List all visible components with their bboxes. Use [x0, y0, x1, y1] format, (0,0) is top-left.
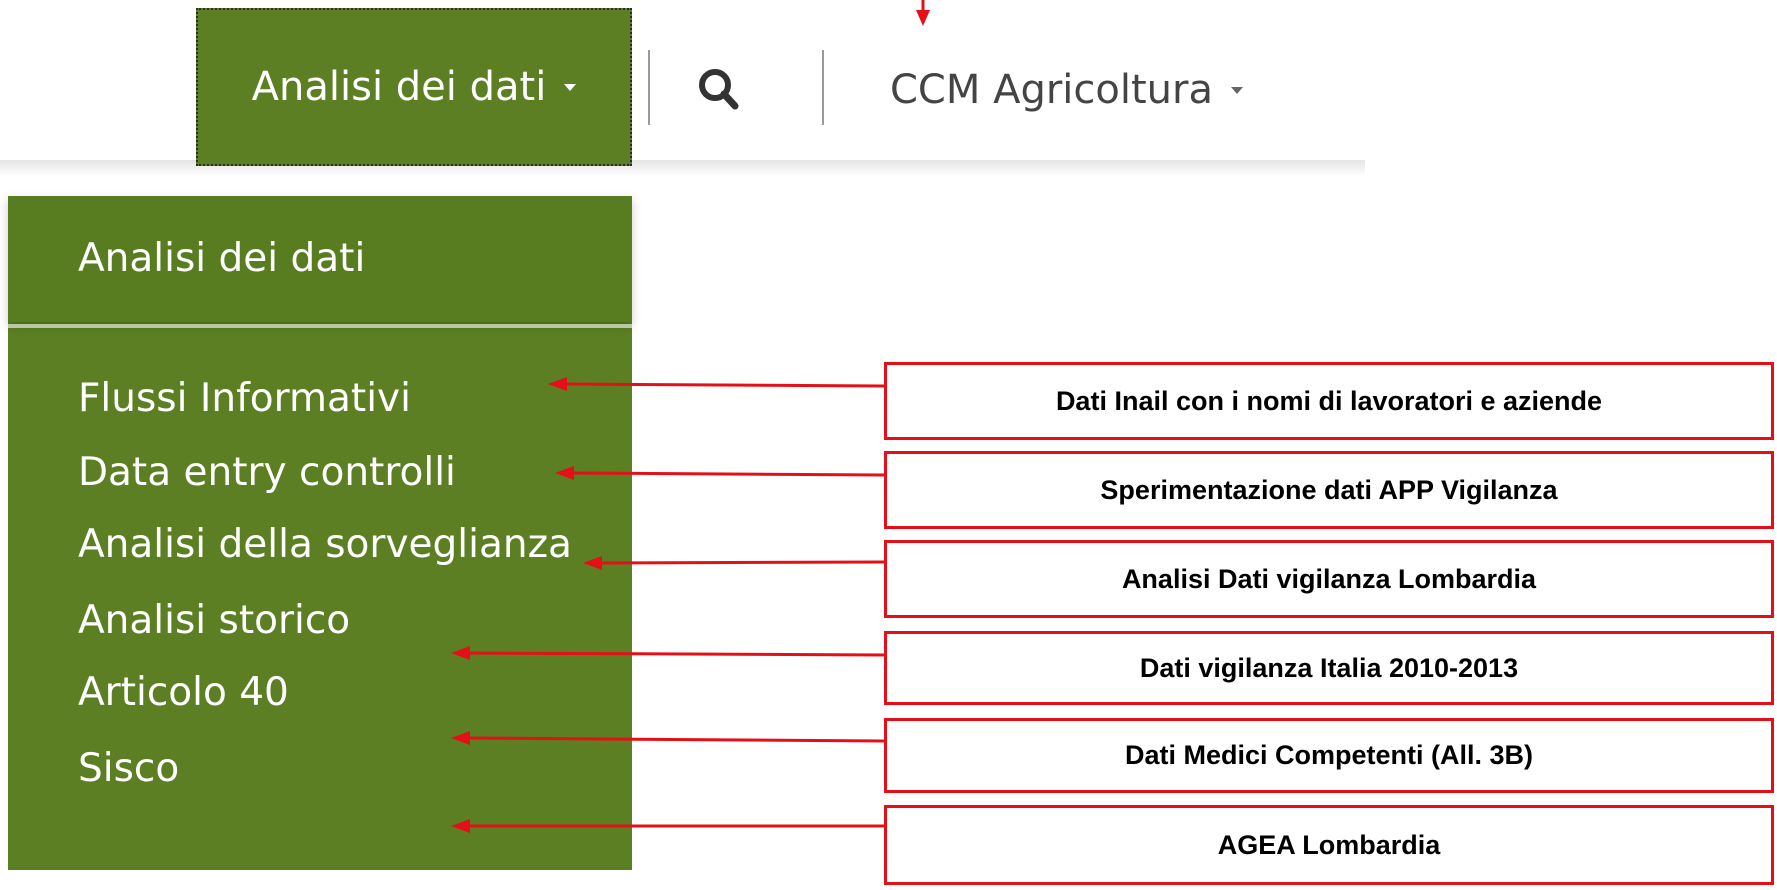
arrow-left-icon — [451, 819, 884, 833]
annotation-arrows — [451, 0, 930, 833]
arrow-down-icon — [916, 0, 930, 26]
arrow-left-icon — [555, 466, 885, 480]
arrow-left-icon — [583, 556, 885, 570]
arrow-left-icon — [451, 646, 885, 660]
arrow-left-icon — [548, 377, 885, 391]
arrow-left-icon — [451, 731, 885, 745]
